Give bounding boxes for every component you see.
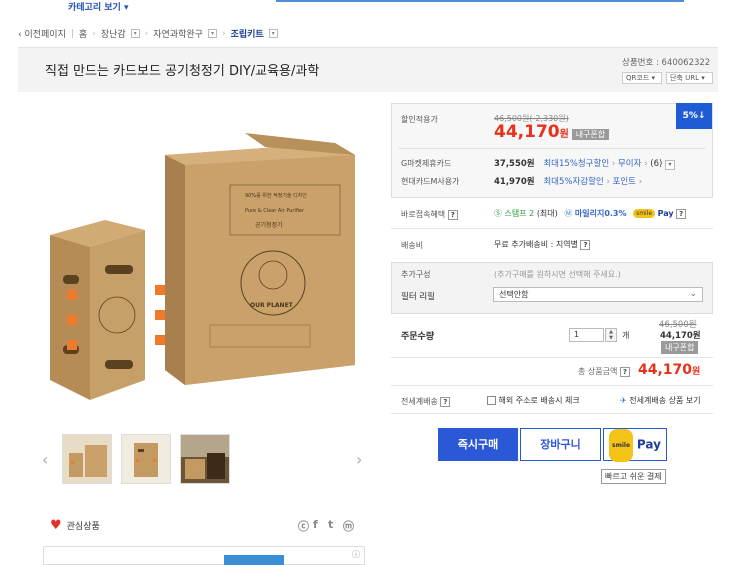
- more-share-icon[interactable]: ⓜ: [343, 518, 354, 534]
- extra-options-hint: (추가구매를 원하시면 선택해 주세요.): [494, 270, 621, 279]
- smile-pay-logo: smile: [633, 209, 656, 218]
- overseas-checkbox-row[interactable]: 해외 주소로 배송시 체크: [487, 395, 580, 406]
- facebook-icon[interactable]: f: [313, 518, 318, 531]
- quantity-stepper[interactable]: ▲ ▼: [605, 328, 617, 342]
- total-amount: 44,170원: [638, 362, 701, 378]
- order-sale-price: 44,170원: [660, 331, 701, 341]
- order-coupon-badge[interactable]: 내구폰합: [661, 341, 699, 354]
- stamp-icon: Ⓢ: [494, 209, 502, 218]
- card2-points[interactable]: 포인트: [613, 177, 636, 187]
- favorite-button[interactable]: ♥ 관심상품: [50, 518, 100, 533]
- chevron-right-icon[interactable]: ›: [356, 450, 362, 469]
- card1-label: G마켓제휴카드: [401, 159, 452, 168]
- total-label: 총 상품금액 ?: [578, 366, 630, 377]
- chevron-right-icon: ›: [221, 28, 226, 39]
- plane-icon: ✈: [620, 396, 627, 405]
- mileage-icon: Ⓜ: [564, 209, 573, 218]
- overseas-checkbox[interactable]: [487, 396, 496, 405]
- add-to-cart-button[interactable]: 장바구니: [520, 428, 601, 461]
- ad-banner[interactable]: ⓘ: [43, 546, 365, 565]
- chevron-down-icon[interactable]: ▾: [268, 29, 278, 38]
- divider: [391, 357, 713, 358]
- card1-benefit[interactable]: 최대15%청구할인: [543, 159, 609, 169]
- thumbnail-2[interactable]: [121, 434, 171, 484]
- chevron-down-icon: ⌄: [689, 289, 697, 299]
- quantity-label: 주문수량: [401, 332, 435, 342]
- global-shipping-link[interactable]: ✈ 전세계배송 상품 보기: [620, 395, 701, 406]
- breadcrumb-level3[interactable]: 조립키트: [231, 27, 264, 40]
- divider: [398, 148, 706, 149]
- smile-pay-button[interactable]: smile Pay: [603, 428, 667, 462]
- chevron-left-icon[interactable]: ‹: [42, 450, 48, 469]
- page-title: 직접 만드는 카드보드 공기청정기 DIY/교육용/과학: [45, 64, 320, 79]
- card1-installment[interactable]: 무이자: [618, 159, 641, 169]
- extra-options-label: 추가구성: [401, 270, 431, 279]
- box-text3: 공기청정기: [255, 221, 283, 229]
- help-icon[interactable]: ?: [619, 367, 630, 377]
- breadcrumb-home[interactable]: 홈: [79, 27, 87, 40]
- divider: |: [70, 28, 74, 39]
- chevron-down-icon[interactable]: ▾: [207, 29, 217, 38]
- product-number: 상품번호 : 640062322: [622, 58, 711, 68]
- breadcrumb-level1[interactable]: 장난감: [101, 27, 126, 40]
- category-button[interactable]: 카테고리 보기 ▾: [68, 0, 128, 13]
- help-icon[interactable]: ?: [676, 209, 687, 219]
- divider: [391, 228, 713, 229]
- chevron-right-icon: ›: [92, 28, 96, 39]
- breadcrumb-level2[interactable]: 자연과학완구: [153, 27, 203, 40]
- divider: [391, 385, 713, 386]
- shipping-label: 배송비: [401, 241, 424, 250]
- card1-row: 37,550원 최대15%청구할인 › 무이자 › (6) ▾: [494, 157, 675, 170]
- box-text2: Pure & Clear Air Purifier: [245, 208, 305, 214]
- help-icon[interactable]: ?: [440, 397, 451, 407]
- share-copy-icon[interactable]: ⓒ: [298, 518, 309, 534]
- shipping-value: 무료 추가배송비 : 지역별 ?: [494, 239, 591, 250]
- chevron-down-icon[interactable]: ▾: [130, 29, 140, 38]
- buy-now-button[interactable]: 즉시구매: [438, 428, 518, 461]
- top-divider: [276, 0, 684, 2]
- card2-row: 41,970원 최대5%자감할인 › 포인트 ›: [494, 177, 643, 187]
- box-text1: 90%를 위한 적정기술 디자인: [245, 192, 307, 199]
- info-icon[interactable]: ⓘ: [352, 549, 360, 560]
- card2-label: 현대카드M사용가: [401, 177, 460, 186]
- global-shipping-label: 전세계배송 ?: [401, 396, 451, 407]
- divider: [391, 413, 713, 414]
- box-brand: OUR PLANET: [250, 302, 294, 309]
- product-image[interactable]: 90%를 위한 적정기술 디자인 Pure & Clear Air Purifi…: [45, 115, 365, 405]
- quantity-input[interactable]: 1: [569, 328, 604, 342]
- chevron-right-icon: ›: [144, 28, 149, 39]
- breadcrumb: ‹ 이전페이지 | 홈 › 장난감 ▾ › 자연과학완구 ▾ › 조립키트 ▾: [18, 27, 278, 40]
- smile-pay-tooltip: 빠르고 쉬운 결제: [601, 469, 666, 484]
- chevron-down-icon[interactable]: ▾: [665, 160, 675, 170]
- banner-graphic: [224, 555, 284, 565]
- quantity-unit: 개: [622, 331, 630, 340]
- discount-label: 할인적용가: [401, 115, 438, 124]
- card2-benefit[interactable]: 최대5%자감할인: [543, 177, 603, 187]
- sale-price: 44,170원 내구폰합: [494, 122, 610, 142]
- thumbnail-3[interactable]: [180, 434, 230, 484]
- benefits-label: 바로접속혜택 ?: [401, 209, 458, 220]
- favorite-label: 관심상품: [66, 522, 100, 532]
- help-icon[interactable]: ?: [580, 240, 591, 250]
- help-icon[interactable]: ?: [447, 210, 458, 220]
- heart-icon: ♥: [50, 518, 62, 533]
- twitter-icon[interactable]: t: [328, 518, 333, 531]
- benefits-row: Ⓢ 스탬프 2 (최대) Ⓜ 마일리지0.3% smile Pay ?: [494, 208, 687, 219]
- thumbnail-1[interactable]: [62, 434, 112, 484]
- filter-refill-label: 필터 리필: [401, 292, 435, 302]
- back-link[interactable]: ‹ 이전페이지: [18, 27, 66, 40]
- coupon-badge[interactable]: 내구폰합: [571, 129, 610, 140]
- qr-code-button[interactable]: QR코드 ▾: [622, 72, 662, 84]
- filter-refill-select[interactable]: 선택안함 ⌄: [493, 287, 703, 302]
- discount-percent-badge: 5%↓: [676, 103, 712, 129]
- short-url-button[interactable]: 단축 URL ▾: [666, 72, 713, 84]
